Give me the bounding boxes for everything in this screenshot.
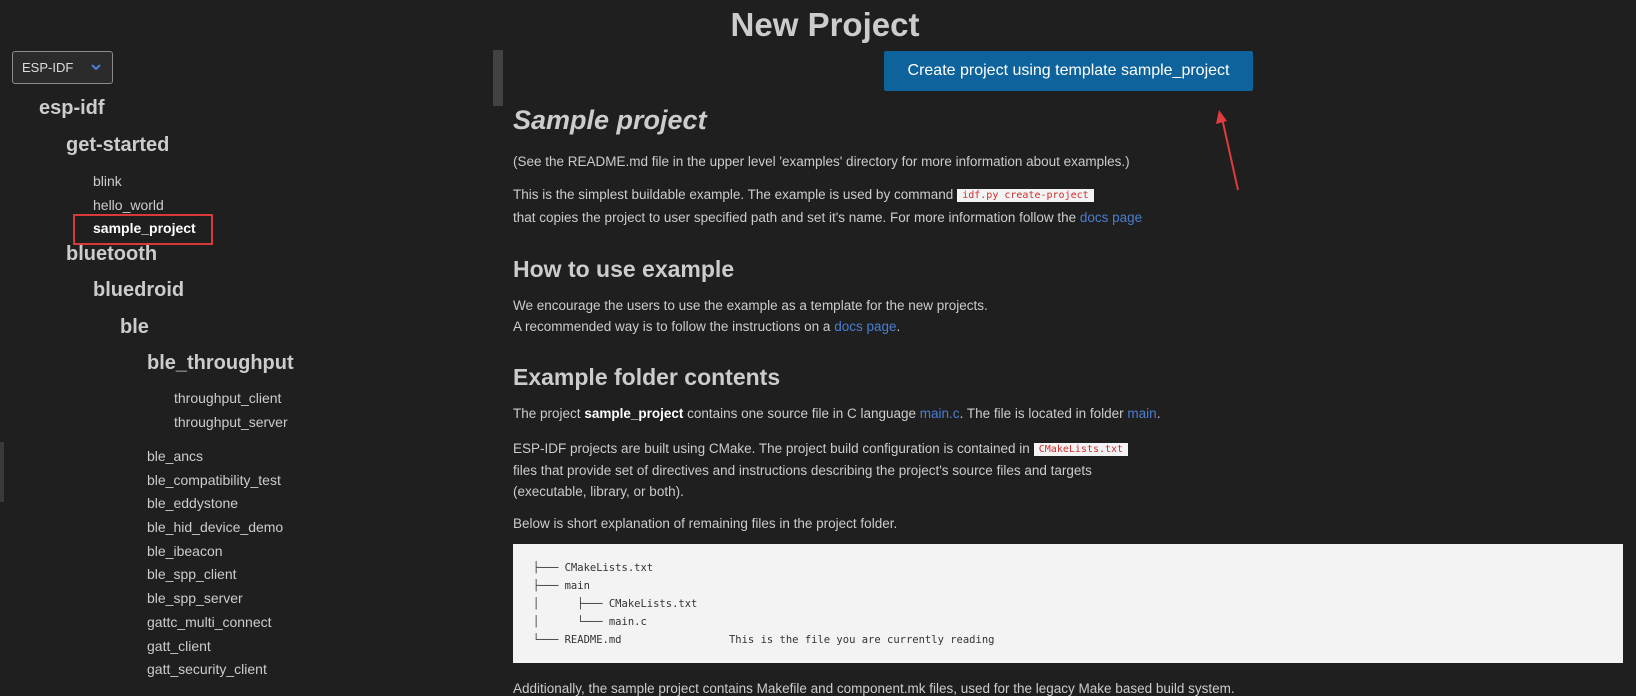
file-tree-codeblock: ├─── CMakeLists.txt ├─── main │ ├─── CMa… [513, 544, 1623, 663]
readme-f1-text: The project [513, 406, 581, 421]
tree-item-ble[interactable]: ble [120, 316, 149, 339]
scrollbar-thumb[interactable] [493, 50, 503, 106]
window-edge-marker [0, 442, 4, 502]
readme-f1b-text: contains one source file in C language [687, 406, 917, 421]
create-project-command-code: idf.py create-project [957, 189, 1094, 202]
tree-item-ble-ancs[interactable]: ble_ancs [147, 448, 203, 464]
tree-item-ble-hid-device-demo[interactable]: ble_hid_device_demo [147, 519, 283, 535]
tree-item-bluetooth[interactable]: bluetooth [66, 243, 157, 266]
main-folder-link[interactable]: main [1127, 406, 1156, 421]
tree-item-ble-ibeacon[interactable]: ble_ibeacon [147, 543, 223, 559]
tree-item-ble-compatibility-test[interactable]: ble_compatibility_test [147, 472, 281, 488]
readme-folder-2b: files that provide set of directives and… [513, 463, 1092, 478]
chevron-down-icon [91, 64, 101, 71]
tree-item-gatt-client[interactable]: gatt_client [147, 638, 211, 654]
create-project-button[interactable]: Create project using template sample_pro… [884, 51, 1253, 91]
tree-item-ble-spp-client[interactable]: ble_spp_client [147, 566, 237, 582]
readme-how2-period: . [896, 319, 901, 334]
readme-f2-text: ESP-IDF projects are built using CMake. … [513, 441, 1030, 456]
readme-folder-2c: (executable, library, or both). [513, 484, 684, 499]
readme-f1-period: . [1156, 406, 1161, 421]
readme-title: Sample project [513, 105, 707, 135]
readme-how-2: A recommended way is to follow the instr… [513, 319, 900, 334]
readme-p1b-text: that copies the project to user specifie… [513, 210, 1077, 225]
tree-item-throughput-server[interactable]: throughput_server [174, 414, 288, 430]
tree-item-gattc-multi-connect[interactable]: gattc_multi_connect [147, 614, 272, 630]
readme-how-1: We encourage the users to use the exampl… [513, 298, 988, 313]
tree-item-ble-eddystone[interactable]: ble_eddystone [147, 495, 238, 511]
tree-item-ble-throughput[interactable]: ble_throughput [147, 352, 294, 375]
page-title: New Project [730, 6, 920, 43]
tree-item-hello-world[interactable]: hello_world [93, 197, 164, 213]
readme-paragraph-1: This is the simplest buildable example. … [513, 187, 1094, 202]
cmakelists-code: CMakeLists.txt [1033, 443, 1129, 456]
tree-item-blink[interactable]: blink [93, 173, 122, 189]
tree-item-get-started[interactable]: get-started [66, 134, 169, 157]
readme-intro: (See the README.md file in the upper lev… [513, 154, 1130, 169]
main-c-link[interactable]: main.c [920, 406, 960, 421]
readme-paragraph-1-cont: that copies the project to user specifie… [513, 210, 1142, 225]
docs-page-link[interactable]: docs page [1080, 210, 1142, 225]
readme-how2-text: A recommended way is to follow the instr… [513, 319, 831, 334]
heading-folder-contents: Example folder contents [513, 364, 781, 390]
heading-how-to-use: How to use example [513, 256, 735, 282]
tree-item-ble-spp-server[interactable]: ble_spp_server [147, 590, 243, 606]
tree-item-throughput-client[interactable]: throughput_client [174, 390, 281, 406]
readme-folder-1: The project sample_project contains one … [513, 406, 1160, 421]
readme-folder-3: Below is short explanation of remaining … [513, 516, 898, 531]
docs-page-link-2[interactable]: docs page [834, 319, 896, 334]
readme-folder-2: ESP-IDF projects are built using CMake. … [513, 441, 1129, 456]
tree-item-bluedroid[interactable]: bluedroid [93, 279, 184, 302]
arrow-annotation-icon [1216, 110, 1239, 191]
project-name-bold: sample_project [584, 406, 684, 421]
tree-item-gatt-security-client[interactable]: gatt_security_client [147, 661, 267, 677]
framework-dropdown[interactable]: ESP-IDF [12, 51, 113, 84]
tree-item-esp-idf[interactable]: esp-idf [39, 97, 105, 120]
selection-highlight-box [73, 214, 213, 245]
framework-dropdown-label: ESP-IDF [22, 60, 74, 75]
readme-p1-text: This is the simplest buildable example. … [513, 187, 954, 202]
readme-f1c-text: . The file is located in folder [959, 406, 1124, 421]
